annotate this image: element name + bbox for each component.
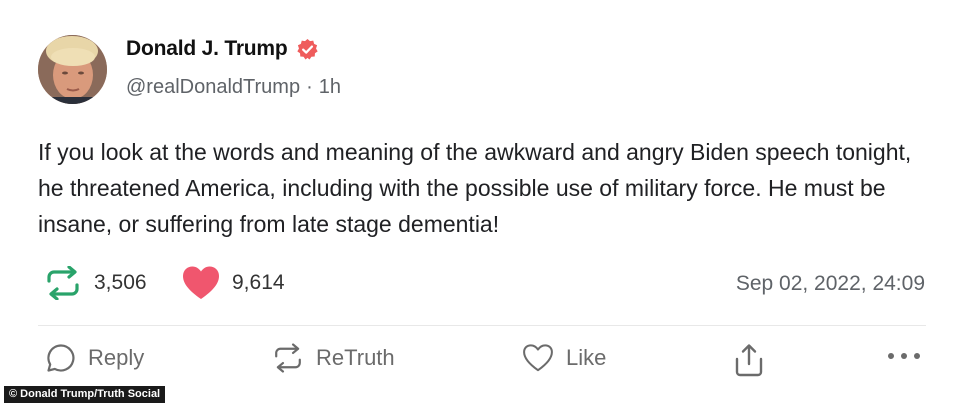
like-button[interactable]: Like xyxy=(522,343,606,373)
heart-icon xyxy=(183,266,219,299)
retruth-label: ReTruth xyxy=(316,345,395,370)
post-body: If you look at the words and meaning of … xyxy=(38,139,912,237)
reply-label: Reply xyxy=(88,345,145,370)
retruth-action-icon xyxy=(275,343,301,373)
retruth-button[interactable]: ReTruth xyxy=(272,343,395,373)
reply-button[interactable]: Reply xyxy=(46,343,144,373)
post-time-ago[interactable]: 1h xyxy=(319,76,341,98)
retruth-count: 3,506 xyxy=(94,271,147,294)
post-stats: 3,506 9,614 Sep 02, 2022, 24:09 xyxy=(38,266,928,306)
retruth-icon xyxy=(47,266,79,300)
share-icon xyxy=(735,344,763,377)
verified-badge-icon xyxy=(296,38,318,59)
post-actions: Reply ReTruth Like xyxy=(38,343,928,383)
avatar[interactable] xyxy=(38,35,107,104)
truth-post: Donald J. Trump @realDonaldTrump · 1h If y… xyxy=(0,0,962,403)
like-count-stat[interactable]: 9,614 xyxy=(182,266,285,300)
post-timestamp[interactable]: Sep 02, 2022, 24:09 xyxy=(736,272,925,296)
author-handle-row: @realDonaldTrump · 1h xyxy=(126,76,341,99)
like-label: Like xyxy=(566,345,607,370)
image-credit: © Donald Trump/Truth Social xyxy=(4,386,166,403)
author-handle[interactable]: @realDonaldTrump xyxy=(126,76,300,98)
reply-bubble-icon xyxy=(47,344,75,372)
retruth-count-stat[interactable]: 3,506 xyxy=(44,266,147,300)
more-dots-icon xyxy=(888,353,920,359)
more-options-button[interactable] xyxy=(886,351,934,361)
divider xyxy=(38,325,926,326)
avatar-image xyxy=(38,35,107,104)
share-button[interactable] xyxy=(734,343,776,377)
heart-outline-icon xyxy=(523,344,553,372)
like-count: 9,614 xyxy=(232,271,285,294)
author-name-row: Donald J. Trump xyxy=(126,37,319,61)
author-display-name[interactable]: Donald J. Trump xyxy=(126,37,288,61)
separator-dot: · xyxy=(306,76,313,98)
